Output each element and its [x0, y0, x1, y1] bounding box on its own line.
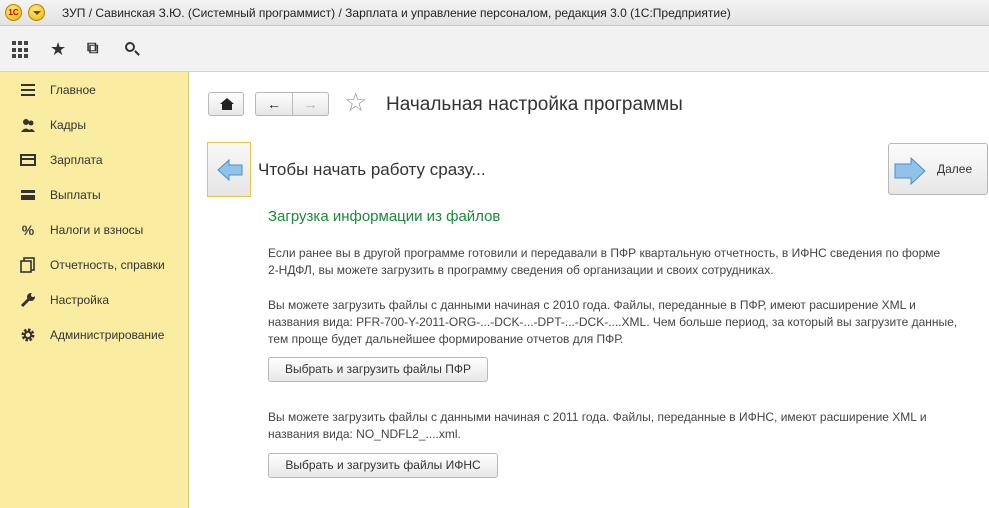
- percent-icon: %: [21, 222, 35, 238]
- section-title: Загрузка информации из файлов: [268, 208, 501, 225]
- search-icon[interactable]: [123, 40, 143, 60]
- top-toolbar: ★ ⧉: [0, 26, 989, 72]
- arrow-left-icon: ←: [267, 96, 281, 112]
- previous-step-button[interactable]: [207, 142, 251, 197]
- big-arrow-right-icon: [894, 157, 926, 185]
- add-favorite-star-icon[interactable]: ☆: [344, 89, 367, 115]
- paragraph-line: Вы можете загрузить файлы с данными начи…: [268, 410, 927, 424]
- main-content: ← → ☆ Начальная настройка программы Чтоб…: [189, 72, 989, 508]
- sidebar-item-payments[interactable]: Выплаты: [0, 180, 189, 210]
- paragraph-line: Вы можете загрузить файлы с данными начи…: [268, 298, 916, 312]
- wallet-icon: [20, 187, 36, 203]
- sections-sidebar: Главное Кадры Зарплата Выплаты % Налоги …: [0, 72, 189, 508]
- salary-icon: [20, 152, 36, 168]
- sidebar-item-label: Кадры: [50, 118, 86, 132]
- sidebar-item-administration[interactable]: Администрирование: [0, 320, 189, 350]
- sidebar-item-settings[interactable]: Настройка: [0, 285, 189, 315]
- gear-icon: [20, 327, 36, 343]
- home-button[interactable]: [208, 92, 244, 116]
- reports-icon: [20, 257, 36, 273]
- next-button-label: Далее: [937, 162, 973, 176]
- ifns-paragraph: Вы можете загрузить файлы с данными начи…: [268, 409, 989, 443]
- sidebar-item-salary[interactable]: Зарплата: [0, 145, 189, 175]
- back-button[interactable]: ←: [255, 92, 292, 116]
- load-ifns-files-button[interactable]: Выбрать и загрузить файлы ИФНС: [268, 453, 498, 478]
- sidebar-item-label: Настройка: [50, 293, 110, 307]
- pfr-paragraph: Вы можете загрузить файлы с данными начи…: [268, 297, 989, 348]
- sidebar-item-label: Выплаты: [50, 188, 101, 202]
- step-title: Чтобы начать работу сразу...: [258, 160, 486, 179]
- intro-paragraph: Если ранее вы в другой программе готовил…: [268, 245, 989, 279]
- sidebar-item-taxes[interactable]: % Налоги и взносы: [0, 215, 189, 245]
- main-menu-button[interactable]: [28, 4, 45, 21]
- paragraph-line: тем проще будет дальнейшее формирование …: [268, 332, 624, 346]
- people-icon: [20, 117, 36, 133]
- sidebar-item-hr[interactable]: Кадры: [0, 110, 189, 140]
- window-titlebar: 1С ЗУП / Савинская З.Ю. (Системный прогр…: [0, 0, 989, 26]
- paragraph-line: названия вида: NO_NDFL2_....xml.: [268, 427, 461, 441]
- sidebar-item-label: Отчетность, справки: [50, 258, 165, 272]
- menu-lines-icon: [20, 82, 36, 98]
- sidebar-item-main[interactable]: Главное: [0, 75, 189, 105]
- sidebar-item-label: Главное: [50, 83, 96, 97]
- favorites-star-icon[interactable]: ★: [50, 40, 70, 60]
- apps-grid-icon[interactable]: [11, 40, 31, 60]
- history-icon[interactable]: ⧉: [87, 40, 107, 60]
- sidebar-item-label: Налоги и взносы: [50, 223, 144, 237]
- arrow-right-icon: →: [303, 96, 318, 112]
- sidebar-item-reports[interactable]: Отчетность, справки: [0, 250, 189, 280]
- window-title: ЗУП / Савинская З.Ю. (Системный программ…: [62, 6, 731, 20]
- wrench-icon: [20, 292, 36, 308]
- load-pfr-files-button[interactable]: Выбрать и загрузить файлы ПФР: [268, 357, 488, 382]
- paragraph-line: 2-НДФЛ, вы можете загрузить в программу …: [268, 263, 774, 277]
- sidebar-item-label: Администрирование: [50, 328, 165, 342]
- paragraph-line: названия вида: PFR-700-Y-2011-ORG-...-DC…: [268, 315, 958, 329]
- big-arrow-left-icon: [217, 158, 243, 182]
- app-logo-icon: 1С: [5, 4, 22, 21]
- sidebar-item-label: Зарплата: [50, 153, 103, 167]
- next-button[interactable]: Далее: [888, 143, 988, 195]
- paragraph-line: Если ранее вы в другой программе готовил…: [268, 246, 941, 260]
- page-title: Начальная настройка программы: [386, 94, 683, 115]
- forward-button[interactable]: →: [292, 92, 329, 116]
